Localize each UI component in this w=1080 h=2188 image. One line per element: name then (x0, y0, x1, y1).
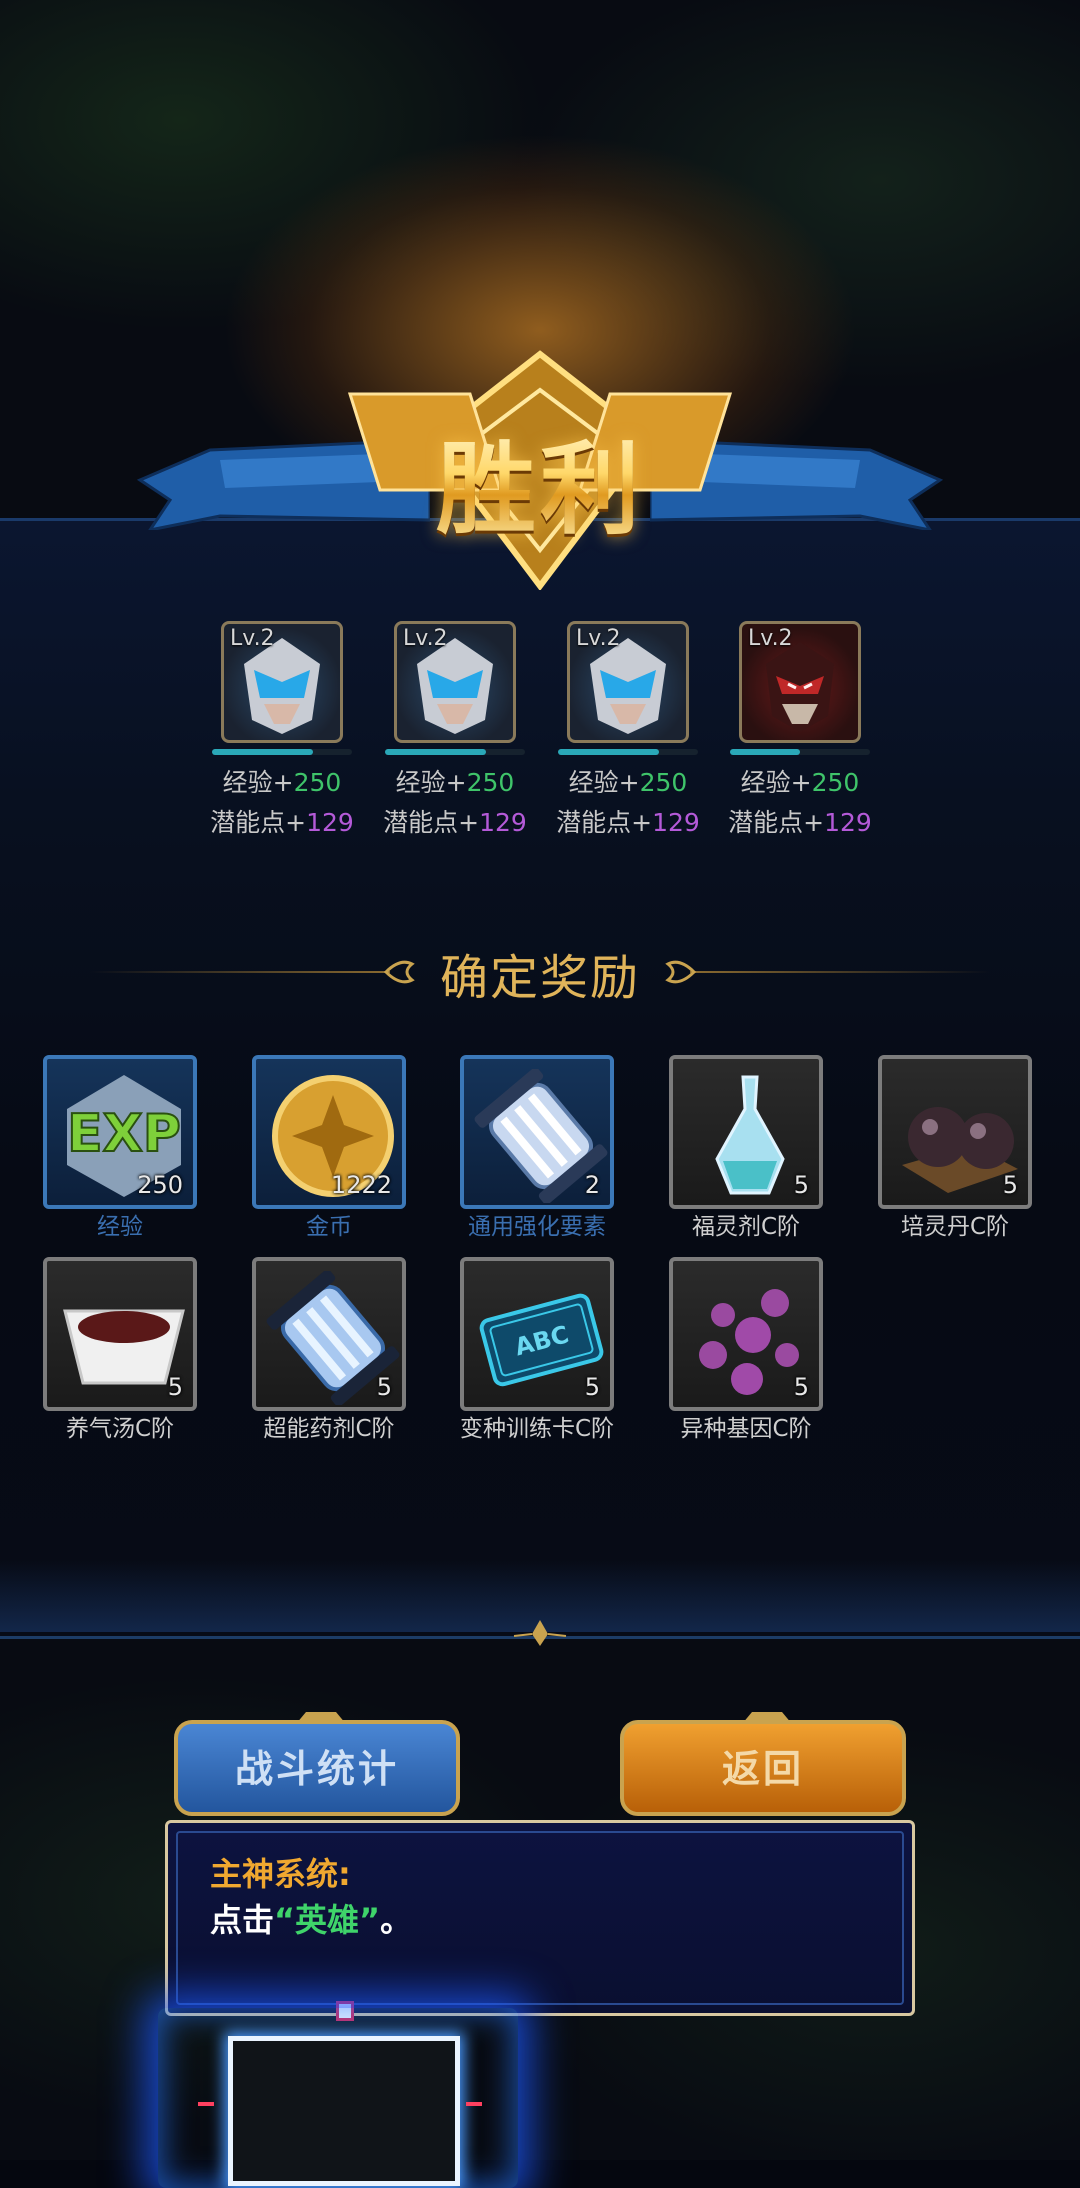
rewards-title: 确定奖励 (439, 950, 640, 1006)
highlight-tick-right (466, 2102, 482, 2106)
hero-level: Lv.2 (230, 626, 275, 651)
reward-item-count: 1222 (330, 1171, 392, 1199)
hero-exp-bar (730, 749, 800, 755)
reward-item[interactable]: 5 超能药剂C阶 (252, 1257, 406, 1442)
hero-potential: 潜能点+129 (720, 803, 880, 839)
reward-item-count: 5 (793, 1373, 809, 1401)
hero-exp: 经验+250 (558, 763, 698, 799)
back-button[interactable]: 返回 (620, 1712, 906, 1816)
rewards-header: 确定奖励 (0, 930, 1080, 1006)
hero-exp-value: 250 (639, 768, 688, 797)
dialog-speaker: 主神系统: (210, 1855, 351, 1893)
hero-exp-label: 经验+ (395, 768, 467, 797)
battle-stats-button[interactable]: 战斗统计 (174, 1712, 460, 1816)
hero-exp-bar (558, 749, 659, 755)
tutorial-highlight-target[interactable] (228, 2036, 460, 2186)
reward-item-label: 经验 (97, 1214, 143, 1240)
hero-portrait[interactable]: Lv.2 (567, 621, 689, 743)
reward-item-frame: EXP 250 (43, 1055, 197, 1209)
hero-pot-label: 潜能点+ (383, 808, 480, 837)
reward-item-count: 5 (793, 1171, 809, 1199)
reward-item-label: 培灵丹C阶 (900, 1214, 1010, 1240)
hero-potential: 潜能点+129 (548, 803, 708, 839)
hero-pot-value: 129 (652, 808, 700, 837)
hero-pot-value: 129 (306, 808, 354, 837)
button-cap-icon (296, 1712, 346, 1724)
reward-item-frame: 1222 (252, 1055, 406, 1209)
hero-exp: 经验+250 (385, 763, 525, 799)
hero-level: Lv.2 (748, 626, 793, 651)
hero-pot-label: 潜能点+ (728, 808, 825, 837)
dialog-text-prefix: 点击 (210, 1901, 275, 1939)
hero-exp: 经验+250 (730, 763, 870, 799)
reward-item-count: 5 (376, 1373, 392, 1401)
dialog-text-highlight: “英雄” (274, 1901, 381, 1939)
hero-pot-label: 潜能点+ (210, 808, 307, 837)
hero-portrait[interactable]: Lv.2 (221, 621, 343, 743)
victory-banner: 胜利 (130, 350, 950, 590)
reward-item-label: 福灵剂C阶 (691, 1214, 801, 1240)
button-cap-icon (742, 1712, 792, 1724)
svg-text:EXP: EXP (67, 1104, 181, 1164)
hero-potential: 潜能点+129 (375, 803, 535, 839)
reward-item[interactable]: 1222 金币 (252, 1055, 406, 1240)
tutorial-dialog[interactable]: 主神系统: 点击“英雄”。 (165, 1820, 915, 2021)
reward-item-frame: ABC 5 (460, 1257, 614, 1411)
reward-item-count: 250 (137, 1171, 183, 1199)
hero-exp: 经验+250 (212, 763, 352, 799)
reward-item-label: 异种基因C阶 (680, 1416, 812, 1442)
hero-potential: 潜能点+129 (202, 803, 362, 839)
reward-item[interactable]: 5 养气汤C阶 (43, 1257, 197, 1442)
hero-pot-value: 129 (824, 808, 872, 837)
reward-item[interactable]: 5 异种基因C阶 (669, 1257, 823, 1442)
hero-exp-label: 经验+ (568, 768, 640, 797)
hero-exp-label: 经验+ (740, 768, 812, 797)
hero-level: Lv.2 (403, 626, 448, 651)
hero-exp-value: 250 (466, 768, 515, 797)
reward-item[interactable]: ABC 5 变种训练卡C阶 (460, 1257, 614, 1442)
hero-portrait[interactable]: Lv.2 (394, 621, 516, 743)
hero-level: Lv.2 (576, 626, 621, 651)
reward-item[interactable]: 5 培灵丹C阶 (878, 1055, 1032, 1240)
hero-exp-bar (212, 749, 313, 755)
reward-item-label: 通用强化要素 (468, 1214, 606, 1240)
reward-item[interactable]: 5 福灵剂C阶 (669, 1055, 823, 1240)
reward-item-frame: 5 (252, 1257, 406, 1411)
reward-item[interactable]: EXP 250 经验 (43, 1055, 197, 1240)
dialog-text: 点击“英雄”。 (210, 1895, 412, 1941)
hero-exp-label: 经验+ (222, 768, 294, 797)
panel-ornament-icon (513, 1620, 567, 1646)
reward-item-frame: 5 (669, 1257, 823, 1411)
hero-exp-bar (385, 749, 486, 755)
hero-portrait[interactable]: Lv.2 (739, 621, 861, 743)
reward-item-count: 5 (167, 1373, 183, 1401)
reward-item-label: 超能药剂C阶 (263, 1416, 395, 1442)
victory-title: 胜利 (130, 408, 950, 553)
reward-item-label: 养气汤C阶 (65, 1416, 175, 1442)
hero-exp-value: 250 (293, 768, 342, 797)
reward-item-frame: 5 (669, 1055, 823, 1209)
reward-item-frame: 5 (878, 1055, 1032, 1209)
reward-item-frame: 5 (43, 1257, 197, 1411)
reward-item-label: 金币 (306, 1214, 352, 1240)
reward-item-count: 5 (584, 1373, 600, 1401)
battle-stats-label: 战斗统计 (234, 1747, 399, 1791)
highlight-tick-left (198, 2102, 214, 2106)
hero-pot-value: 129 (479, 808, 527, 837)
reward-item-frame: 2 (460, 1055, 614, 1209)
dialog-text-suffix: 。 (380, 1901, 413, 1939)
reward-item-count: 2 (584, 1171, 600, 1199)
hero-exp-value: 250 (811, 768, 860, 797)
reward-item-label: 变种训练卡C阶 (459, 1416, 615, 1442)
back-label: 返回 (721, 1747, 804, 1791)
hero-pot-label: 潜能点+ (556, 808, 653, 837)
reward-item[interactable]: 2 通用强化要素 (460, 1055, 614, 1240)
reward-item-count: 5 (1002, 1171, 1018, 1199)
